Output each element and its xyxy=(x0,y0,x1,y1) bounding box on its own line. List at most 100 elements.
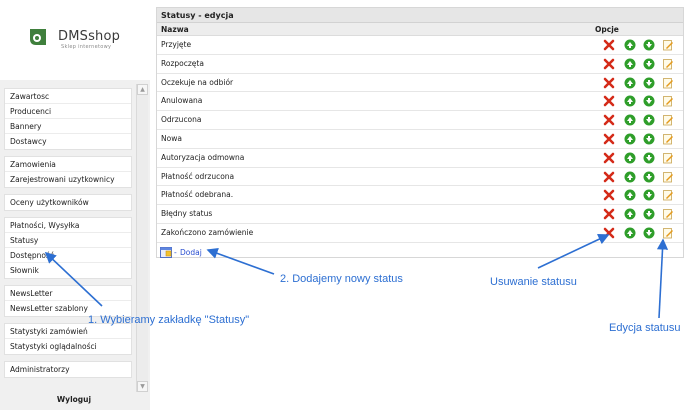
sidebar-item-zarejestrowani-uzytkownicy[interactable]: Zarejestrowani uzytkownicy xyxy=(5,172,131,187)
arrow-up-icon[interactable] xyxy=(624,39,636,51)
status-name: Płatność odrzucona xyxy=(161,171,235,181)
sidebar-item-newsletter[interactable]: NewsLetter xyxy=(5,286,131,301)
sidebar-item-producenci[interactable]: Producenci xyxy=(5,104,131,119)
status-name: Błędny status xyxy=(161,209,213,219)
sidebar-item-dostawcy[interactable]: Dostawcy xyxy=(5,134,131,149)
status-row: Przyjęte xyxy=(157,36,683,55)
status-row: Rozpoczęta xyxy=(157,55,683,74)
edit-icon[interactable] xyxy=(662,189,674,201)
arrow-up-icon[interactable] xyxy=(624,58,636,70)
scroll-down-icon[interactable]: ▼ xyxy=(137,381,148,392)
arrow-up-icon[interactable] xyxy=(624,171,636,183)
arrow-up-icon[interactable] xyxy=(624,133,636,145)
menu-group: Statystyki zamówień Statystyki oglądalnoś… xyxy=(4,323,132,355)
delete-icon[interactable] xyxy=(603,133,615,145)
status-name: Oczekuje na odbiór xyxy=(161,77,234,87)
delete-icon[interactable] xyxy=(603,152,615,164)
status-row: Płatność odebrana. xyxy=(157,186,683,206)
panel-title: Statusy - edycja xyxy=(157,8,683,23)
arrow-up-icon[interactable] xyxy=(624,152,636,164)
logo: DMSshop Sklep internetowy xyxy=(0,0,150,80)
status-list: Przyjęte Rozpoczęta Oczekuje na odbiór Anul… xyxy=(157,36,683,243)
menu-group: Płatności, Wysyłka Statusy Dostępność Słown… xyxy=(4,217,132,279)
arrow-up-icon[interactable] xyxy=(624,114,636,126)
sidebar-menu: Zawartosc Producenci Bannery Dostawcy Zamowi… xyxy=(4,88,132,384)
edit-icon[interactable] xyxy=(662,208,674,220)
annotation-step1: 1. Wybieramy zakładkę "Statusy" xyxy=(88,314,250,326)
edit-icon[interactable] xyxy=(662,58,674,70)
annotation-delete: Usuwanie statusu xyxy=(490,276,577,288)
delete-icon[interactable] xyxy=(603,227,615,239)
table-header: Nazwa Opcje xyxy=(157,23,683,36)
sidebar-item-oceny-użytkowników[interactable]: Oceny użytkowników xyxy=(5,195,131,210)
add-dash: - xyxy=(174,247,177,257)
edit-icon[interactable] xyxy=(662,77,674,89)
delete-icon[interactable] xyxy=(603,39,615,51)
arrow-down-icon[interactable] xyxy=(643,189,655,201)
arrow-up-icon[interactable] xyxy=(624,95,636,107)
arrow-down-icon[interactable] xyxy=(643,77,655,89)
sidebar: DMSshop Sklep internetowy Zawartosc Produ… xyxy=(0,0,150,410)
scroll-up-icon[interactable]: ▲ xyxy=(137,84,148,95)
arrow-up-icon[interactable] xyxy=(624,208,636,220)
delete-icon[interactable] xyxy=(603,189,615,201)
add-status-link[interactable]: Dodaj xyxy=(180,248,202,257)
status-name: Rozpoczęta xyxy=(161,58,204,68)
edit-icon[interactable] xyxy=(662,227,674,239)
menu-group: Administratorzy xyxy=(4,361,132,378)
edit-icon[interactable] xyxy=(662,39,674,51)
logout-link[interactable]: Wyloguj xyxy=(0,395,148,404)
status-row: Odrzucona xyxy=(157,111,683,130)
edit-icon[interactable] xyxy=(662,152,674,164)
arrow-down-icon[interactable] xyxy=(643,95,655,107)
status-name: Zakończono zamówienie xyxy=(161,227,254,237)
arrow-down-icon[interactable] xyxy=(643,208,655,220)
sidebar-item-słownik[interactable]: Słownik xyxy=(5,263,131,278)
arrow-down-icon[interactable] xyxy=(643,152,655,164)
status-name: Autoryzacja odmowna xyxy=(161,152,245,162)
arrow-down-icon[interactable] xyxy=(643,39,655,51)
edit-icon[interactable] xyxy=(662,114,674,126)
add-status-row: - Dodaj xyxy=(157,243,683,263)
edit-icon[interactable] xyxy=(662,95,674,107)
sidebar-item-statystyki-oglądalności[interactable]: Statystyki oglądalności xyxy=(5,339,131,354)
column-name-header: Nazwa xyxy=(161,25,189,34)
add-status-icon[interactable] xyxy=(160,246,172,258)
edit-icon[interactable] xyxy=(662,171,674,183)
logo-tagline: Sklep internetowy xyxy=(61,44,112,50)
sidebar-item-statystyki-zamówień[interactable]: Statystyki zamówień xyxy=(5,324,131,339)
edit-icon[interactable] xyxy=(662,133,674,145)
arrow-down-icon[interactable] xyxy=(643,133,655,145)
arrow-down-icon[interactable] xyxy=(643,114,655,126)
sidebar-item-dostępność[interactable]: Dostępność xyxy=(5,248,131,263)
delete-icon[interactable] xyxy=(603,208,615,220)
sidebar-item-administratorzy[interactable]: Administratorzy xyxy=(5,362,131,377)
arrow-down-icon[interactable] xyxy=(643,227,655,239)
arrow-up-icon[interactable] xyxy=(624,227,636,239)
sidebar-item-zawartosc[interactable]: Zawartosc xyxy=(5,89,131,104)
sidebar-item-zamowienia[interactable]: Zamowienia xyxy=(5,157,131,172)
arrow-down-icon[interactable] xyxy=(643,58,655,70)
delete-icon[interactable] xyxy=(603,95,615,107)
sidebar-item-płatności-wysyłka[interactable]: Płatności, Wysyłka xyxy=(5,218,131,233)
delete-icon[interactable] xyxy=(603,77,615,89)
logo-name: DMSshop xyxy=(58,29,121,44)
column-options-header: Opcje xyxy=(595,25,619,34)
delete-icon[interactable] xyxy=(603,58,615,70)
sidebar-scrollbar[interactable]: ▲ ▼ xyxy=(136,84,148,392)
arrow-up-icon[interactable] xyxy=(624,189,636,201)
delete-icon[interactable] xyxy=(603,171,615,183)
menu-group: Zamowienia Zarejestrowani uzytkownicy xyxy=(4,156,132,188)
status-name: Nowa xyxy=(161,133,182,143)
annotation-step2: 2. Dodajemy nowy status xyxy=(280,273,403,285)
delete-icon[interactable] xyxy=(603,114,615,126)
status-row: Oczekuje na odbiór xyxy=(157,74,683,93)
arrow-down-icon[interactable] xyxy=(643,171,655,183)
status-row: Nowa xyxy=(157,130,683,149)
status-name: Płatność odebrana. xyxy=(161,190,234,200)
arrow-up-icon[interactable] xyxy=(624,77,636,89)
sidebar-item-statusy[interactable]: Statusy xyxy=(5,233,131,248)
status-row: Płatność odrzucona xyxy=(157,168,683,187)
sidebar-item-bannery[interactable]: Bannery xyxy=(5,119,131,134)
status-row: Zakończono zamówienie xyxy=(157,224,683,243)
